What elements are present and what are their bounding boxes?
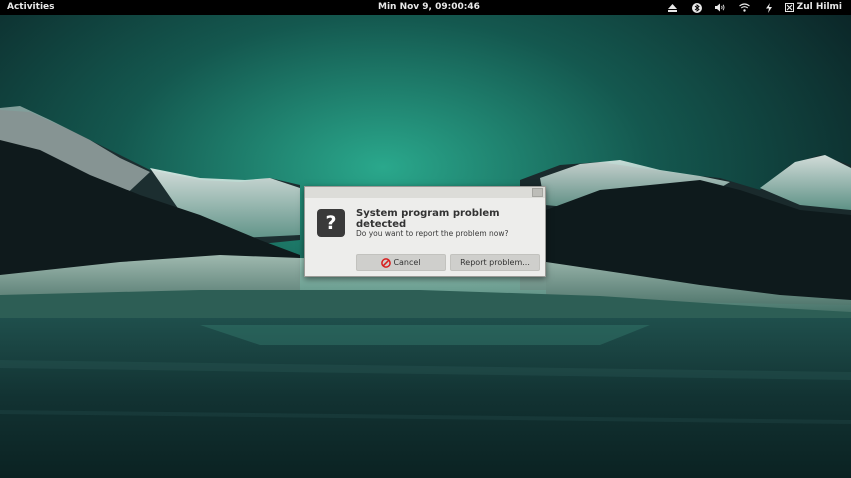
dialog-message: Do you want to report the problem now? bbox=[356, 229, 509, 238]
report-button-label: Report problem... bbox=[460, 258, 530, 267]
bluetooth-icon[interactable] bbox=[685, 0, 709, 15]
dialog-titlebar[interactable] bbox=[305, 187, 545, 198]
user-menu[interactable]: Zul Hilmi bbox=[781, 0, 851, 15]
question-icon: ? bbox=[317, 209, 345, 237]
question-mark-glyph: ? bbox=[325, 212, 337, 234]
wifi-icon[interactable] bbox=[733, 0, 757, 15]
user-status-icon bbox=[784, 3, 794, 12]
cancel-icon bbox=[381, 257, 392, 268]
top-panel: Activities Min Nov 9, 09:00:46 Zul Hilmi bbox=[0, 0, 851, 15]
clock-menu[interactable]: Min Nov 9, 09:00:46 bbox=[378, 0, 480, 15]
eject-icon[interactable] bbox=[661, 0, 685, 15]
user-name: Zul Hilmi bbox=[796, 2, 842, 12]
cancel-button[interactable]: Cancel bbox=[356, 254, 446, 271]
dialog-title: System program problem detected bbox=[356, 208, 500, 230]
cancel-button-label: Cancel bbox=[393, 258, 421, 267]
activities-button[interactable]: Activities bbox=[7, 0, 55, 15]
system-tray: Zul Hilmi bbox=[661, 0, 851, 15]
close-button[interactable] bbox=[532, 188, 543, 197]
report-problem-button[interactable]: Report problem... bbox=[450, 254, 540, 271]
problem-report-dialog: ? System program problem detected Do you… bbox=[304, 186, 546, 277]
power-icon[interactable] bbox=[757, 0, 781, 15]
volume-icon[interactable] bbox=[709, 0, 733, 15]
